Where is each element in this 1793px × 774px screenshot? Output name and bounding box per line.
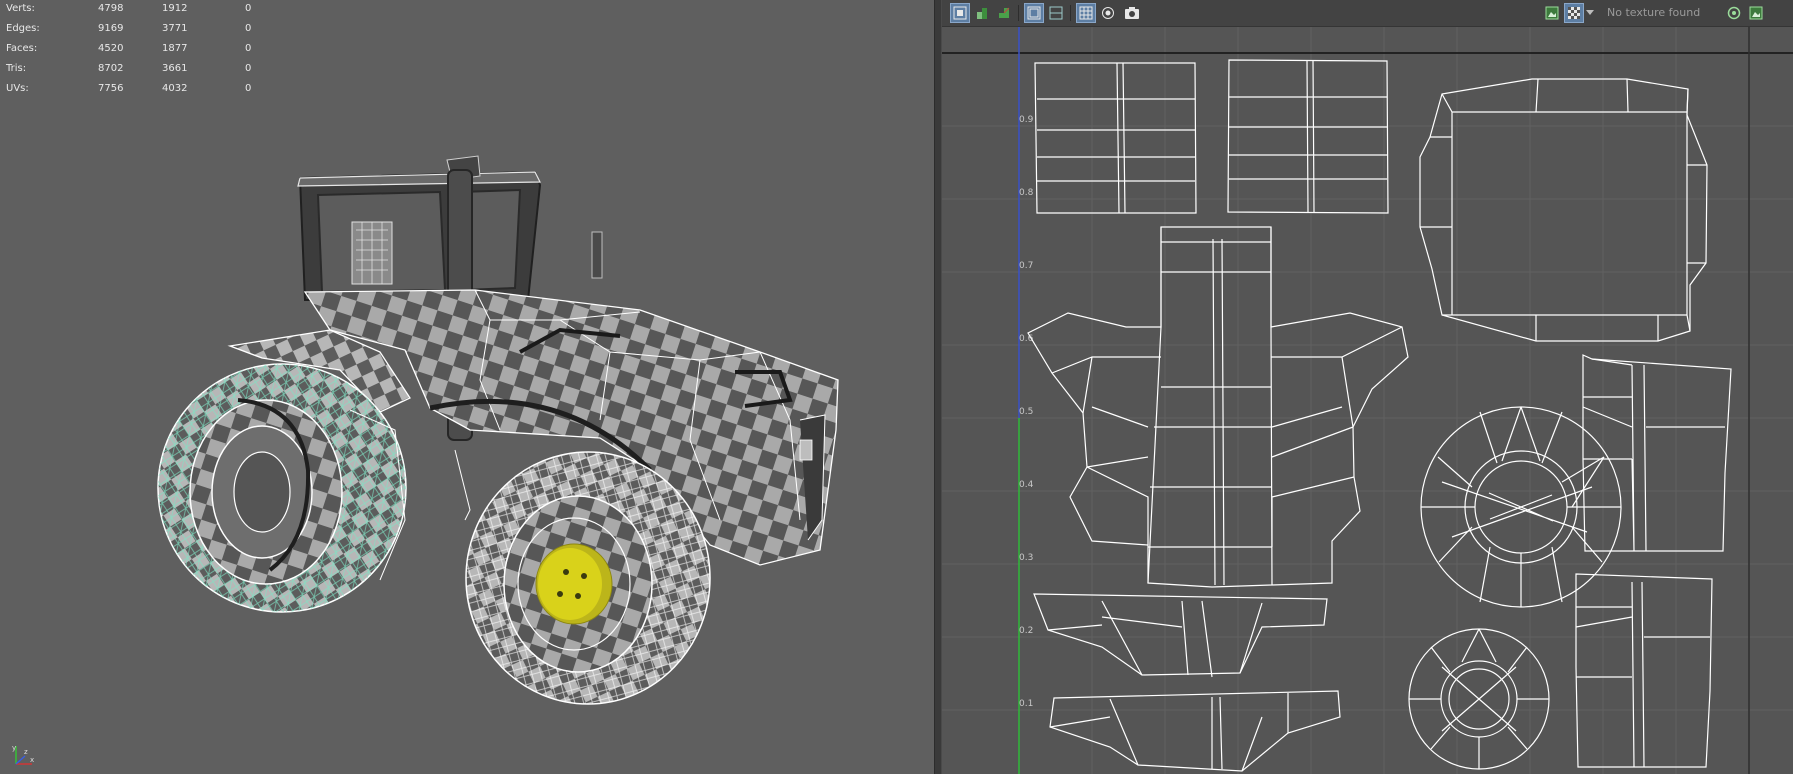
perspective-viewport[interactable]: Verts: 4798 1912 0 Edges: 9169 3771 0 Fa…	[0, 0, 934, 774]
image-display-icon[interactable]	[1542, 3, 1562, 23]
uv-shell-roof[interactable]	[1419, 78, 1708, 342]
uv-distortion-icon[interactable]	[994, 3, 1014, 23]
grid-label: 0.8	[1019, 188, 1034, 198]
uv-shells[interactable]	[1027, 59, 1732, 772]
grid-label: 0.9	[1019, 115, 1034, 125]
uv-settings-icon[interactable]	[1724, 3, 1744, 23]
panel-splitter[interactable]	[934, 0, 942, 774]
uv-shell-fender-lower[interactable]	[1049, 690, 1341, 772]
uv-grid	[942, 27, 1793, 774]
uv-grid-labels: 0.9 0.8 0.7 0.6 0.5 0.4 0.3 0.2 0.1	[1019, 115, 1034, 709]
dropdown-arrow-icon[interactable]	[1584, 3, 1596, 23]
svg-text:y: y	[12, 744, 16, 752]
grid-toggle-icon[interactable]	[1076, 3, 1096, 23]
svg-text:x: x	[30, 756, 34, 764]
uv-editor-panel[interactable]: No texture found 0.9 0.8 0.7 0.6 0.5 0.4…	[942, 0, 1793, 774]
uv-canvas[interactable]: 0.9 0.8 0.7 0.6 0.5 0.4 0.3 0.2 0.1	[942, 27, 1793, 774]
image-range-icon[interactable]	[1746, 3, 1766, 23]
uv-shell-side-panel-lower[interactable]	[1575, 573, 1713, 768]
snapshot-icon[interactable]	[1122, 3, 1142, 23]
uv-shell-tire-large[interactable]	[1420, 406, 1622, 608]
tractor-model[interactable]	[0, 0, 934, 774]
pixel-snap-icon[interactable]	[1098, 3, 1118, 23]
svg-text:z: z	[24, 748, 28, 756]
dim-image-icon[interactable]	[1046, 3, 1066, 23]
uv-shell-select-icon[interactable]	[950, 3, 970, 23]
uv-shell-fender-upper[interactable]	[1033, 593, 1328, 678]
grid-label: 0.3	[1019, 553, 1033, 563]
checker-map-icon[interactable]	[1564, 3, 1584, 23]
grid-label: 0.4	[1019, 480, 1034, 490]
uv-shell-door-left[interactable]	[1034, 62, 1197, 214]
axis-gizmo: y x z	[10, 742, 36, 768]
uv-shell-tire-small[interactable]	[1408, 628, 1550, 770]
mirror	[591, 231, 603, 279]
grid-label: 0.5	[1019, 407, 1033, 417]
uv-shell-hood[interactable]	[1027, 226, 1409, 588]
uv-shaded-icon[interactable]	[972, 3, 992, 23]
uv-toolbar: No texture found	[942, 0, 1793, 27]
grid-label: 0.2	[1019, 626, 1033, 636]
front-wheel[interactable]	[465, 451, 711, 705]
uv-shell-door-right[interactable]	[1227, 59, 1389, 214]
display-image-icon[interactable]	[1024, 3, 1044, 23]
grid-label: 0.1	[1019, 699, 1033, 709]
grid-label: 0.7	[1019, 261, 1033, 271]
texture-status: No texture found	[1607, 6, 1701, 19]
